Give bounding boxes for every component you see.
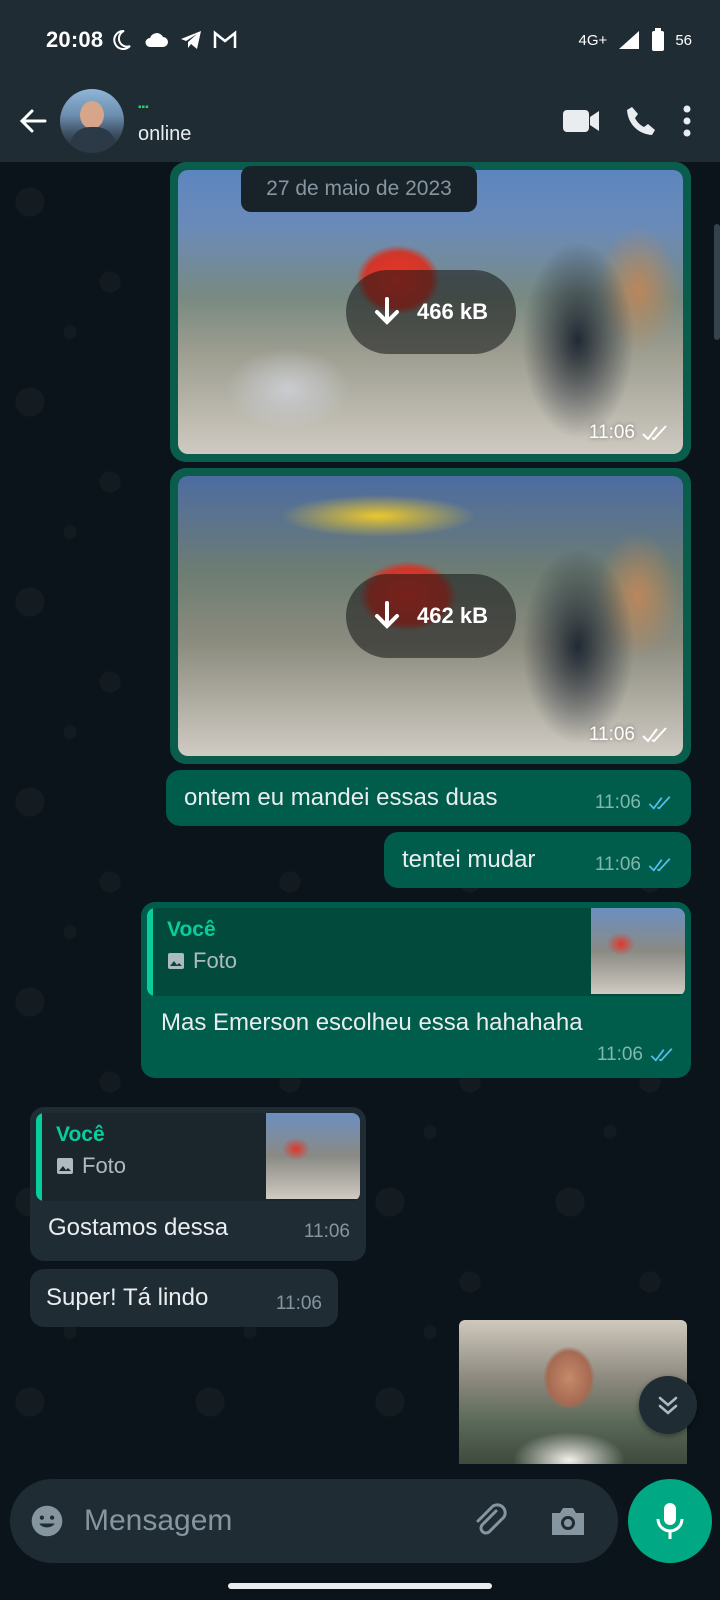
blurred-image[interactable]: 462 kB 11:06: [178, 476, 683, 756]
message-time: 11:06: [303, 1221, 350, 1242]
chat-header: ▪▪▪ online: [0, 80, 720, 162]
file-size: 466 kB: [417, 299, 488, 324]
network-type: 4G+: [578, 31, 608, 49]
message-time: 11:06: [594, 792, 641, 813]
contact-name: ▪▪▪: [138, 101, 149, 113]
battery-icon: [652, 28, 665, 51]
video-call-icon[interactable]: [562, 108, 600, 134]
outgoing-message[interactable]: ontem eu mandei essas duas 11:06: [166, 770, 691, 826]
quoted-sender: Você: [167, 918, 216, 941]
status-bar: 20:08 4G+ 56: [0, 0, 720, 80]
microphone-icon: [656, 1503, 684, 1539]
message-time: 11:06: [588, 422, 635, 443]
emoji-icon[interactable]: [30, 1501, 64, 1541]
more-options-icon[interactable]: [682, 104, 692, 138]
download-icon: [375, 297, 400, 325]
double-check-icon: [648, 858, 671, 872]
attach-icon[interactable]: [470, 1501, 510, 1541]
gmail-icon: [214, 30, 237, 48]
moon-icon: [113, 29, 132, 50]
message-text: ontem eu mandei essas duas: [184, 784, 498, 811]
double-check-icon: [642, 727, 667, 743]
download-button[interactable]: 462 kB: [345, 574, 516, 658]
message-text: Gostamos dessa: [48, 1214, 229, 1241]
download-icon: [375, 601, 400, 629]
quoted-sender: Você: [56, 1123, 105, 1146]
scroll-to-bottom-button[interactable]: [639, 1376, 697, 1434]
scrollbar[interactable]: [714, 224, 720, 340]
download-button[interactable]: 466 kB: [345, 270, 516, 354]
quoted-message[interactable]: Você Foto: [147, 908, 685, 996]
signal-icon: [619, 31, 640, 49]
message-composer: [10, 1479, 618, 1563]
voice-message-button[interactable]: [628, 1479, 712, 1563]
image-message[interactable]: 462 kB 11:06: [170, 468, 691, 764]
message-time: 11:06: [594, 854, 641, 875]
quoted-type: Foto: [193, 948, 238, 973]
cloud-icon: [145, 33, 169, 47]
double-check-icon: [650, 1048, 673, 1062]
message-text: Super! Tá lindo: [46, 1284, 209, 1311]
blurred-image[interactable]: 466 kB 11:06: [178, 170, 683, 454]
message-text: tentei mudar: [402, 846, 536, 873]
double-chevron-down-icon: [658, 1396, 678, 1415]
back-button[interactable]: [0, 80, 60, 162]
double-check-icon: [648, 796, 671, 810]
message-time: 11:06: [275, 1293, 322, 1314]
phone-icon[interactable]: [624, 104, 658, 138]
message-time: 11:06: [596, 1044, 643, 1065]
arrow-left-icon: [19, 109, 47, 133]
quoted-message[interactable]: Você Foto: [36, 1113, 360, 1201]
message-text: Mas Emerson escolheu essa hahahaha: [161, 1009, 583, 1036]
outgoing-message[interactable]: tentei mudar 11:06: [384, 832, 691, 888]
double-check-icon: [642, 425, 667, 441]
date-chip: 27 de maio de 2023: [241, 166, 477, 212]
incoming-reply-message[interactable]: Você Foto Gostamos dessa 11:06: [30, 1107, 366, 1261]
telegram-icon: [181, 31, 202, 49]
clock: 20:08: [46, 27, 104, 52]
photo-icon: [168, 953, 184, 969]
message-input[interactable]: [84, 1504, 470, 1538]
photo-icon: [57, 1158, 73, 1174]
outgoing-reply-message[interactable]: Você Foto Mas Emerson escolheu essa haha…: [141, 902, 691, 1078]
battery-level: 56: [675, 31, 692, 49]
contact-status: online: [138, 122, 192, 145]
camera-icon[interactable]: [548, 1503, 588, 1539]
chat-area[interactable]: 466 kB 11:06 27 de maio de 2023 462 kB 1…: [0, 162, 720, 1464]
quoted-thumbnail: [591, 908, 685, 994]
incoming-message[interactable]: Super! Tá lindo 11:06: [30, 1269, 338, 1327]
quoted-type: Foto: [82, 1153, 127, 1178]
contact-info[interactable]: ▪▪▪ online: [138, 80, 191, 162]
avatar[interactable]: [60, 89, 124, 153]
file-size: 462 kB: [417, 603, 488, 628]
home-indicator[interactable]: [228, 1583, 492, 1589]
quoted-thumbnail: [266, 1113, 360, 1199]
message-time: 11:06: [588, 724, 635, 745]
